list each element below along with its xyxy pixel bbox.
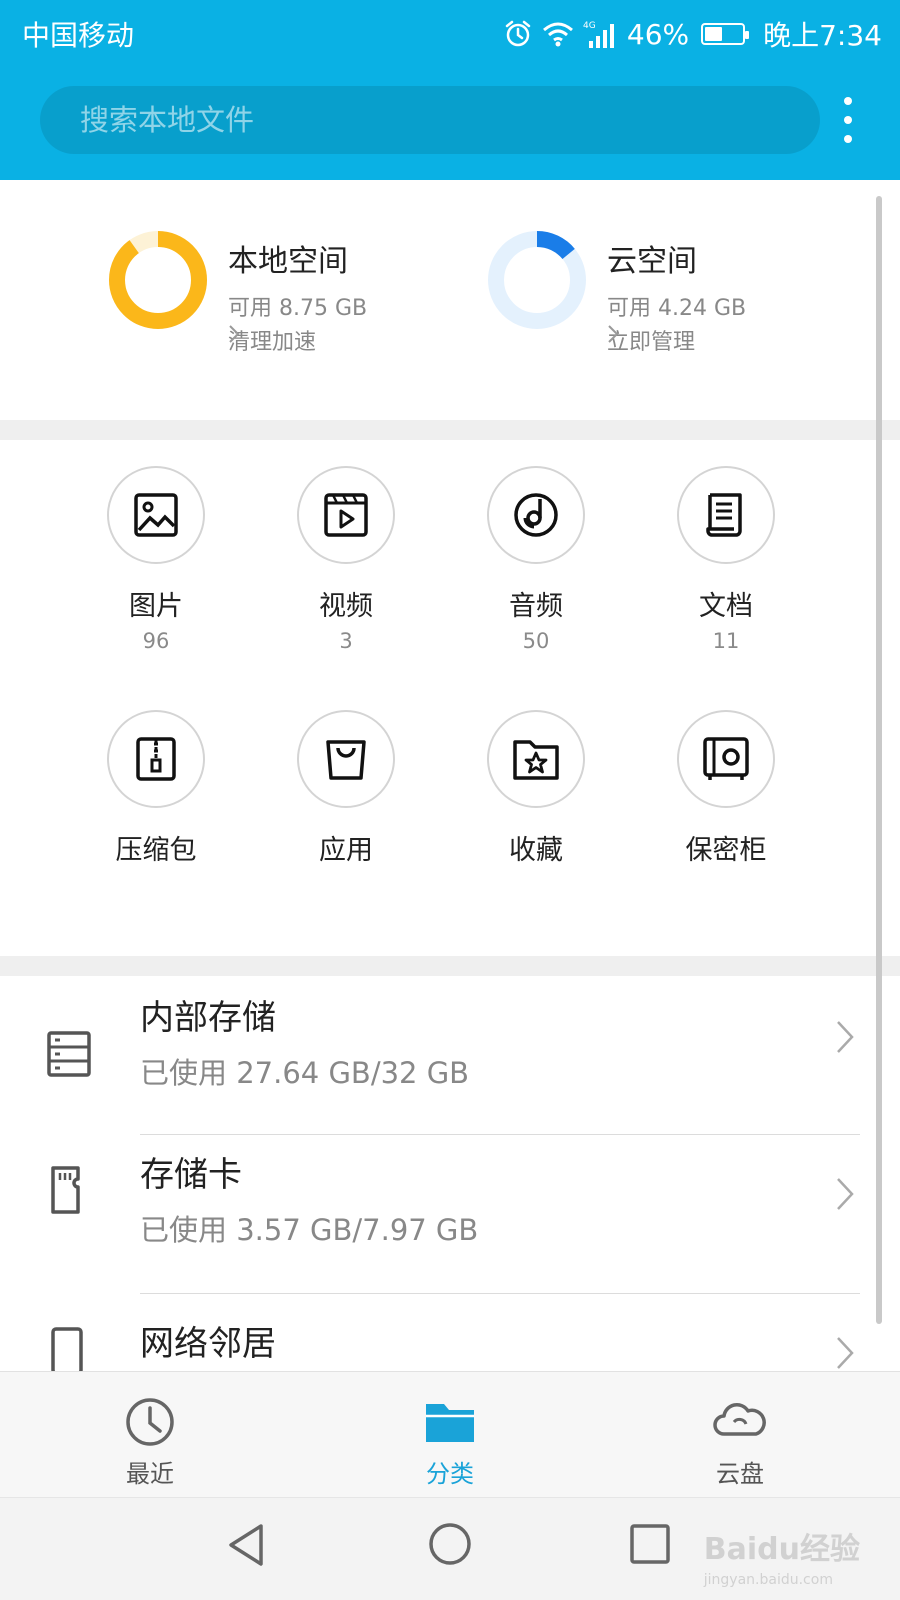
battery-icon xyxy=(701,23,750,45)
back-icon[interactable] xyxy=(226,1522,266,1568)
scrollbar[interactable] xyxy=(876,196,882,1324)
category-count: 96 xyxy=(142,629,170,653)
category-images[interactable]: 图片 96 xyxy=(61,466,251,653)
status-bar: 中国移动 4G 46% 晚上7:34 xyxy=(0,0,900,62)
watermark-text: Baidu经验 xyxy=(703,1532,860,1567)
clean-speedup-link[interactable]: 清理加速 xyxy=(228,324,316,356)
storage-summary: 本地空间 可用 8.75 GB 清理加速 云空间 可用 4.24 GB 立即管理 xyxy=(0,180,900,420)
chevron-right-icon xyxy=(837,1178,854,1210)
favorite-folder-icon xyxy=(487,710,585,808)
manage-now-link[interactable]: 立即管理 xyxy=(607,324,695,356)
wifi-icon xyxy=(542,22,573,47)
local-space-available: 可用 8.75 GB xyxy=(228,296,368,321)
tab-category[interactable]: 分类 xyxy=(350,1372,550,1498)
category-label: 视频 xyxy=(319,591,373,622)
list-item-sd-card[interactable]: 存储卡 已使用 3.57 GB/7.97 GB xyxy=(0,1135,900,1293)
category-label: 应用 xyxy=(319,835,373,866)
video-icon xyxy=(297,466,395,564)
tab-cloud-drive[interactable]: 云盘 xyxy=(640,1372,840,1498)
clock-time: 晚上7:34 xyxy=(763,19,882,52)
cloud-space-card[interactable]: 云空间 可用 4.24 GB 立即管理 xyxy=(487,230,867,370)
list-item-network-neighbor[interactable]: 网络邻居 xyxy=(0,1294,900,1371)
local-space-card[interactable]: 本地空间 可用 8.75 GB 清理加速 xyxy=(108,230,488,370)
status-icons: 4G 46% 晚上7:34 xyxy=(503,14,882,54)
app-header: 中国移动 4G 46% 晚上7:34 xyxy=(0,0,900,180)
category-safe[interactable]: 保密柜 xyxy=(631,710,821,867)
signal-4g-icon: 4G xyxy=(583,21,614,48)
storage-list: 内部存储 已使用 27.64 GB/32 GB 存储卡 已使用 3.57 GB/… xyxy=(0,976,900,1371)
chevron-right-icon xyxy=(608,325,619,343)
list-item-internal-storage[interactable]: 内部存储 已使用 27.64 GB/32 GB xyxy=(0,976,900,1134)
app-bag-icon xyxy=(297,710,395,808)
manage-now-label: 立即管理 xyxy=(607,330,696,355)
bottom-tab-bar: 最近 分类 云盘 xyxy=(0,1371,900,1497)
chevron-right-icon xyxy=(837,1337,854,1369)
cloud-space-available: 可用 4.24 GB xyxy=(607,296,747,321)
folder-icon xyxy=(426,1404,474,1442)
category-count: 3 xyxy=(339,629,353,653)
category-count: 11 xyxy=(712,629,740,653)
storage-used: 已使用 27.64 GB/32 GB xyxy=(140,1056,470,1090)
watermark-sub: jingyan.baidu.com xyxy=(703,1572,833,1588)
storage-name: 网络邻居 xyxy=(140,1324,276,1364)
home-icon[interactable] xyxy=(426,1520,474,1568)
local-space-title: 本地空间 xyxy=(228,244,348,279)
category-count: 50 xyxy=(522,629,550,653)
storage-used: 已使用 3.57 GB/7.97 GB xyxy=(140,1213,479,1247)
tab-label: 最近 xyxy=(126,1460,174,1488)
battery-percent: 46% xyxy=(626,17,690,51)
category-label: 音频 xyxy=(509,591,563,622)
chevron-right-icon xyxy=(229,325,240,343)
tab-label: 云盘 xyxy=(716,1460,764,1488)
archive-icon xyxy=(107,710,205,808)
category-videos[interactable]: 视频 3 xyxy=(251,466,441,653)
internal-storage-icon xyxy=(47,1031,91,1077)
recent-apps-icon[interactable] xyxy=(628,1522,672,1566)
system-nav-bar: Baidu经验 jingyan.baidu.com xyxy=(0,1497,900,1600)
network-type: 4G xyxy=(583,21,596,31)
carrier-name: 中国移动 xyxy=(22,19,135,52)
category-archives[interactable]: 压缩包 xyxy=(61,710,251,867)
tab-recent[interactable]: 最近 xyxy=(50,1372,250,1498)
category-grid: 图片 96 视频 3 音频 50 文档 11 压缩包 应用 收藏 保密柜 xyxy=(0,440,900,956)
safe-icon xyxy=(677,710,775,808)
category-documents[interactable]: 文档 11 xyxy=(631,466,821,653)
cloud-space-title: 云空间 xyxy=(607,244,697,279)
network-neighbor-icon xyxy=(51,1327,83,1371)
category-label: 保密柜 xyxy=(685,835,767,866)
more-menu-icon[interactable] xyxy=(834,92,862,148)
search-bar[interactable] xyxy=(40,86,820,154)
cloud-icon xyxy=(713,1403,766,1436)
cloud-space-ring-icon xyxy=(488,231,586,329)
tab-label: 分类 xyxy=(426,1460,474,1488)
category-apps[interactable]: 应用 xyxy=(251,710,441,867)
sd-card-icon xyxy=(51,1166,80,1214)
section-divider xyxy=(0,956,900,976)
category-label: 图片 xyxy=(129,591,183,622)
storage-name: 存储卡 xyxy=(140,1155,242,1195)
category-label: 压缩包 xyxy=(115,835,197,866)
image-icon xyxy=(107,466,205,564)
chevron-right-icon xyxy=(837,1021,854,1053)
category-favorites[interactable]: 收藏 xyxy=(441,710,631,867)
clean-speedup-label: 清理加速 xyxy=(228,330,317,355)
storage-name: 内部存储 xyxy=(140,998,276,1038)
section-divider xyxy=(0,420,900,440)
clock-icon xyxy=(126,1398,174,1446)
category-audio[interactable]: 音频 50 xyxy=(441,466,631,653)
alarm-icon xyxy=(505,20,531,47)
watermark: Baidu经验 jingyan.baidu.com xyxy=(704,1524,860,1588)
audio-icon xyxy=(487,466,585,564)
document-icon xyxy=(677,466,775,564)
search-input[interactable] xyxy=(80,86,780,154)
category-label: 文档 xyxy=(699,591,753,622)
local-space-ring-icon xyxy=(109,231,207,329)
category-label: 收藏 xyxy=(509,835,563,866)
